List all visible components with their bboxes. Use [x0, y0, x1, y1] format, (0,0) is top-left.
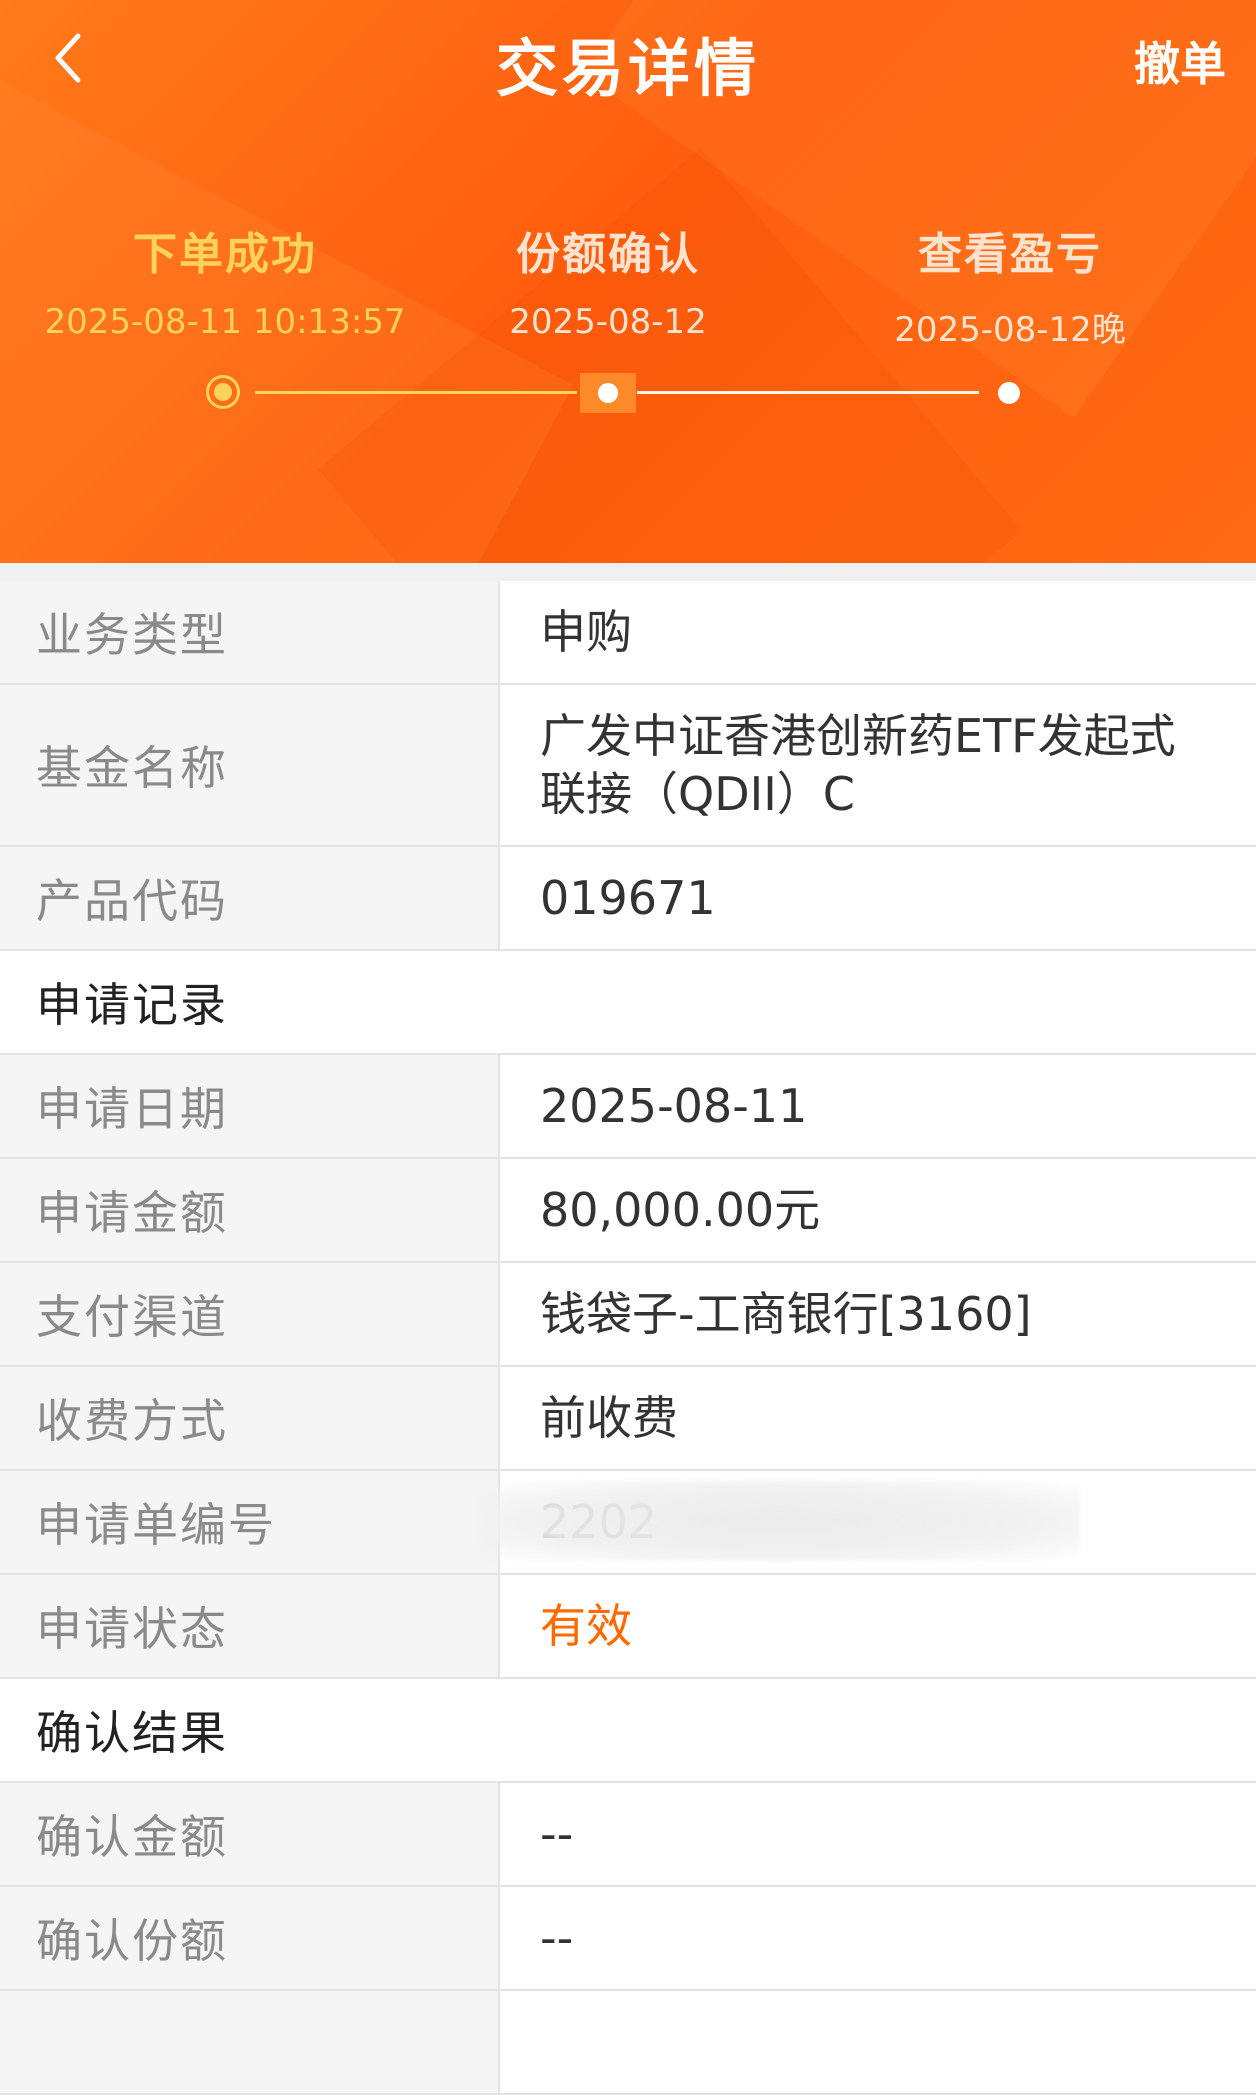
row-value: 广发中证香港创新药ETF发起式联接（QDII）C	[540, 709, 1176, 821]
detail-row-product-code: 产品代码 019671	[0, 847, 1256, 951]
header-banner: 交易详情 撤单 下单成功 2025-08-11 10:13:57 份额确认 20…	[0, 0, 1256, 563]
divider	[0, 563, 1256, 581]
progress-dot-icon	[998, 382, 1020, 404]
section-title-confirmation: 确认结果	[0, 1679, 1256, 1783]
row-value: 前收费	[540, 1391, 678, 1445]
detail-row-apply-status: 申请状态 有效	[0, 1575, 1256, 1679]
row-label: 申请单编号	[0, 1471, 500, 1573]
step-share-confirm: 份额确认 2025-08-12	[398, 218, 818, 342]
detail-row-partial	[0, 1991, 1256, 2095]
redaction-smudge	[480, 1481, 1080, 1561]
detail-row-payment-channel: 支付渠道 钱袋子-工商银行[3160]	[0, 1263, 1256, 1367]
row-value: 2025-08-11	[540, 1079, 808, 1133]
detail-row-application-number: 申请单编号 2202	[0, 1471, 1256, 1575]
detail-row-fee-method: 收费方式 前收费	[0, 1367, 1256, 1471]
detail-row-apply-date: 申请日期 2025-08-11	[0, 1055, 1256, 1159]
status-value: 有效	[540, 1599, 632, 1653]
detail-row-business-type: 业务类型 申购	[0, 581, 1256, 685]
progress-track-completed	[255, 391, 577, 394]
page-title: 交易详情	[495, 32, 760, 105]
row-label: 支付渠道	[0, 1263, 500, 1365]
cancel-order-button[interactable]: 撤单	[1134, 28, 1226, 94]
row-value	[500, 1991, 1256, 2093]
progress-dot-active-icon	[206, 375, 240, 409]
row-label: 确认金额	[0, 1783, 500, 1885]
row-label: 确认份额	[0, 1887, 500, 1989]
progress-track-pending	[637, 391, 979, 394]
row-label: 申请日期	[0, 1055, 500, 1157]
detail-row-fund-name: 基金名称 广发中证香港创新药ETF发起式联接（QDII）C	[0, 685, 1256, 847]
step-time: 2025-08-12晚	[894, 310, 1126, 350]
step-order-placed: 下单成功 2025-08-11 10:13:57	[15, 218, 435, 342]
row-value-redacted: 2202	[480, 1471, 1256, 1573]
progress-dot-icon	[580, 373, 636, 413]
detail-row-confirm-amount: 确认金额 --	[0, 1783, 1256, 1887]
row-label: 申请状态	[0, 1575, 500, 1677]
step-view-pnl: 查看盈亏 2025-08-12晚	[800, 218, 1220, 351]
row-label: 业务类型	[0, 581, 500, 683]
row-value: --	[540, 1807, 574, 1861]
step-title: 下单成功	[133, 229, 317, 280]
step-title: 份额确认	[516, 229, 700, 280]
section-title-application: 申请记录	[0, 951, 1256, 1055]
detail-row-confirm-shares: 确认份额 --	[0, 1887, 1256, 1991]
row-label: 收费方式	[0, 1367, 500, 1469]
row-label: 申请金额	[0, 1159, 500, 1261]
row-label	[0, 1991, 500, 2093]
step-title: 查看盈亏	[918, 229, 1102, 280]
row-value: --	[540, 1911, 574, 1965]
row-label: 基金名称	[0, 685, 500, 845]
row-value: 019671	[540, 871, 716, 925]
step-time: 2025-08-12	[509, 302, 707, 342]
row-value: 钱袋子-工商银行[3160]	[540, 1287, 1032, 1341]
row-value: 申购	[540, 605, 632, 659]
row-label: 产品代码	[0, 847, 500, 949]
row-value: 80,000.00元	[540, 1183, 821, 1237]
detail-row-apply-amount: 申请金额 80,000.00元	[0, 1159, 1256, 1263]
step-time: 2025-08-11 10:13:57	[44, 302, 406, 342]
